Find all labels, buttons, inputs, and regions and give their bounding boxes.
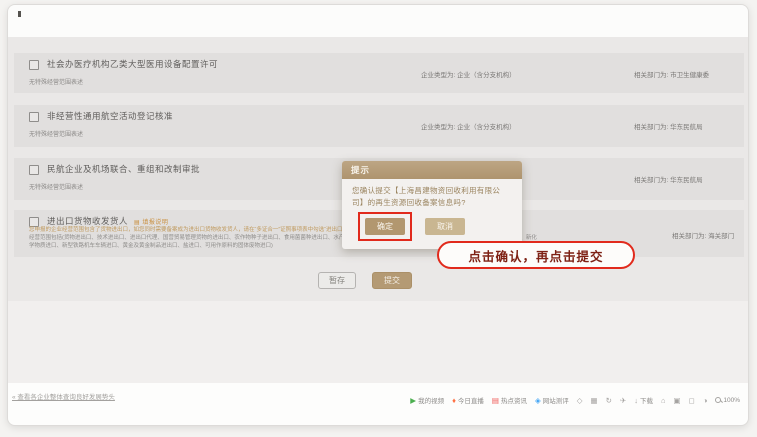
rocket-icon[interactable]: ✈ xyxy=(620,396,626,405)
confirm-dialog: 提示 您确认提交【上海昌建物资回收利用有限公司】的再生资源回收备案信息吗? 确定… xyxy=(342,161,522,249)
dialog-message: 您确认提交【上海昌建物资回收利用有限公司】的再生资源回收备案信息吗? xyxy=(342,179,522,210)
site-review-item[interactable]: ◈ 网站测评 xyxy=(535,395,569,405)
layers-icon[interactable]: ▣ xyxy=(674,396,681,405)
download-icon: ↓ xyxy=(634,396,638,405)
checkbox[interactable] xyxy=(29,60,39,70)
company-type-label: 企业类型为: 企业（含分支机构） xyxy=(421,69,516,79)
live-today-item[interactable]: ♦ 今日直播 xyxy=(452,395,484,405)
department-label: 相关部门为: 海关部门 xyxy=(672,230,734,240)
panel-icon[interactable]: ▦ xyxy=(591,396,598,405)
screen: 社会办医疗机构乙类大型医用设备配置许可 无特殊经营范围表述 企业类型为: 企业（… xyxy=(0,0,757,437)
my-videos-item[interactable]: ▶ 我的视频 xyxy=(410,395,444,405)
department-label: 相关部门为: 华东民航局 xyxy=(634,174,703,184)
page-footer: 政府网站 找错 ✦ 不良信息 举报中心 地址：人民大道200号 邮编：20000… xyxy=(8,301,748,385)
site-review-label: 网站测评 xyxy=(543,395,569,405)
submit-button[interactable]: 提交 xyxy=(372,272,412,289)
license-title: 民航企业及机场联合、重组和改制审批 xyxy=(47,163,200,175)
shield-icon[interactable]: ◇ xyxy=(577,396,583,405)
drop-icon: ◈ xyxy=(535,396,541,405)
video-icon: ▶ xyxy=(410,396,416,405)
license-subtext: 无特殊经营范围表述 xyxy=(29,77,83,86)
screenshot-icon[interactable]: ◻ xyxy=(689,396,695,405)
license-title: 社会办医疗机构乙类大型医用设备配置许可 xyxy=(47,58,218,70)
checkbox[interactable] xyxy=(29,217,39,227)
news-icon: ▤ xyxy=(492,396,499,405)
zoom-level: 100% xyxy=(723,397,740,404)
cancel-button[interactable]: 取消 xyxy=(425,218,465,235)
company-type-label: 企业类型为: 企业（含分支机构） xyxy=(421,121,516,131)
download-item[interactable]: ↓ 下载 xyxy=(634,395,653,405)
document-icon: ▤ xyxy=(134,219,140,226)
browser-page: 社会办医疗机构乙类大型医用设备配置许可 无特殊经营范围表述 企业类型为: 企业（… xyxy=(7,4,749,426)
save-draft-button[interactable]: 暂存 xyxy=(318,272,356,289)
license-title: 进出口货物收发货人 ▤ 填报说明 xyxy=(47,215,168,227)
tutorial-callout: 点击确认，再点击提交 xyxy=(437,241,635,269)
checkbox[interactable] xyxy=(29,165,39,175)
tutorial-highlight-box xyxy=(358,212,412,241)
zoom-indicator[interactable]: 100% xyxy=(715,397,740,404)
department-label: 相关部门为: 华东民航局 xyxy=(634,121,703,131)
live-today-label: 今日直播 xyxy=(458,395,484,405)
filing-help-link[interactable]: ▤ 填报说明 xyxy=(134,217,168,226)
checkbox[interactable] xyxy=(29,112,39,122)
flame-icon: ♦ xyxy=(452,396,456,405)
license-subtext: 无特殊经营范围表述 xyxy=(29,129,83,138)
dialog-title: 提示 xyxy=(342,161,522,179)
license-title-text: 进出口货物收发货人 xyxy=(47,216,128,226)
home-icon[interactable]: ⌂ xyxy=(661,396,666,405)
department-label: 相关部门为: 市卫生健康委 xyxy=(634,69,709,79)
download-label: 下载 xyxy=(640,395,653,405)
bottom-bar: « 查看各企业整体查询良好发展势头 ▶ 我的视频 ♦ 今日直播 ▤ 热点资讯 ◈… xyxy=(8,383,748,426)
page-top-strip xyxy=(8,5,748,37)
my-videos-label: 我的视频 xyxy=(418,395,444,405)
refresh-icon[interactable]: ↻ xyxy=(606,396,612,405)
browser-toolbar: ▶ 我的视频 ♦ 今日直播 ▤ 热点资讯 ◈ 网站测评 ◇ ▦ ↻ ✈ xyxy=(410,395,740,405)
license-row-2: 非经营性通用航空活动登记核准 无特殊经营范围表述 企业类型为: 企业（含分支机构… xyxy=(14,105,744,147)
filing-help-label: 填报说明 xyxy=(142,220,168,226)
hot-news-item[interactable]: ▤ 热点资讯 xyxy=(492,395,527,405)
zoom-magnifier-icon xyxy=(715,397,721,403)
window-artifact xyxy=(18,11,21,17)
license-title: 非经营性通用航空活动登记核准 xyxy=(47,110,173,122)
contrast-icon[interactable]: ◑ xyxy=(703,396,708,405)
license-subtext: 无特殊经营范围表述 xyxy=(29,182,83,191)
hot-news-label: 热点资讯 xyxy=(501,395,527,405)
license-row-1: 社会办医疗机构乙类大型医用设备配置许可 无特殊经营范围表述 企业类型为: 企业（… xyxy=(14,53,744,93)
bottom-left-link[interactable]: « 查看各企业整体查询良好发展势头 xyxy=(12,391,115,401)
